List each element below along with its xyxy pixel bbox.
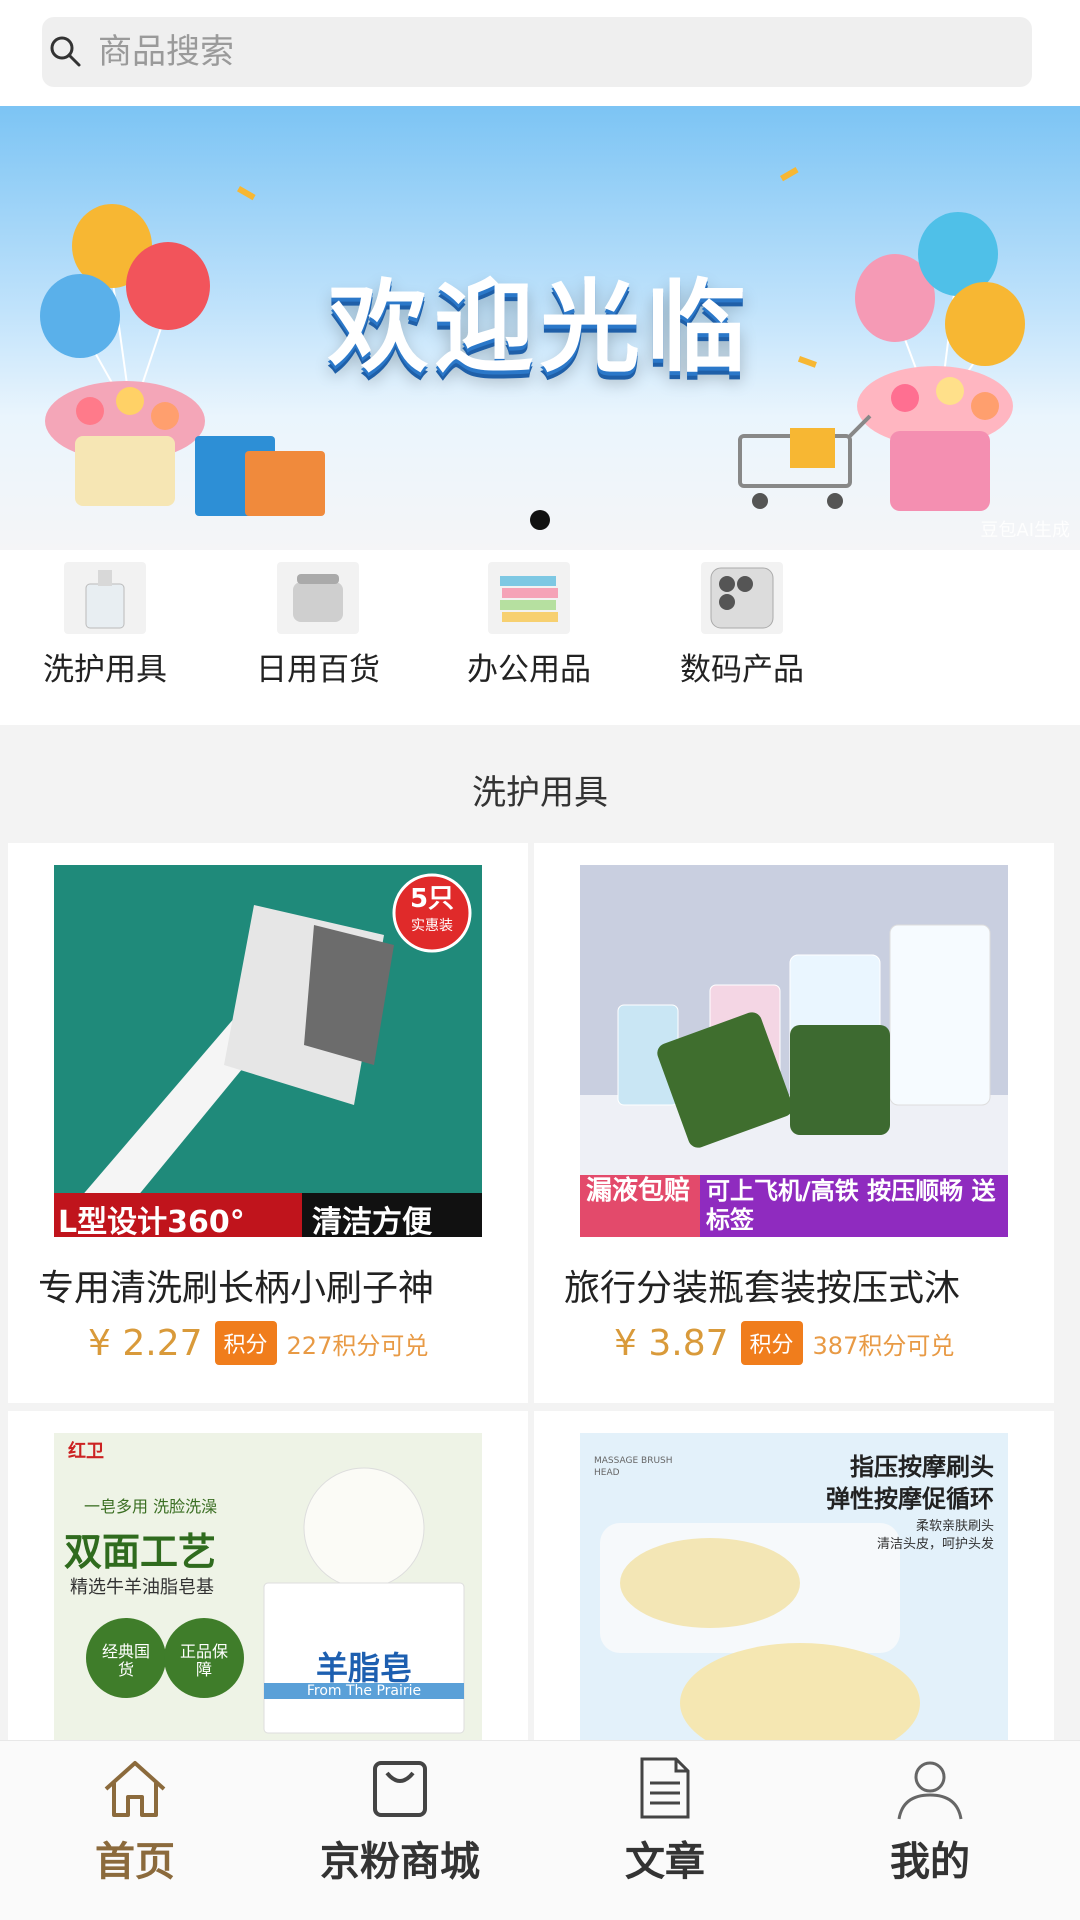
product-caption-right: 清洁方便 xyxy=(312,1205,432,1237)
price-row: ¥ 3.87 积分 387积分可兑 xyxy=(614,1321,954,1365)
category-image xyxy=(488,562,570,634)
category-image xyxy=(701,562,783,634)
category-office-supplies[interactable]: 办公用品 xyxy=(444,562,614,712)
image-line2: 双面工艺 xyxy=(64,1530,217,1574)
image-line4: 清洁头皮，呵护头发 xyxy=(876,1537,994,1552)
category-label: 数码产品 xyxy=(680,652,804,688)
category-row: 洗护用具 日用百货 办公用品 数码产品 xyxy=(0,550,1080,725)
category-label: 洗护用具 xyxy=(43,652,167,688)
image-small-english: MASSAGE BRUSH HEAD xyxy=(594,1456,673,1478)
product-price: ¥ 2.27 xyxy=(88,1322,203,1364)
category-label: 日用百货 xyxy=(256,652,380,688)
seal-classic: 经典国货 xyxy=(101,1642,150,1679)
category-image xyxy=(64,562,146,634)
document-icon xyxy=(640,1757,690,1819)
image-line1: 一皂多用 洗脸洗澡 xyxy=(84,1497,218,1516)
search-area xyxy=(0,0,1080,106)
image-line3: 柔软亲肤刷头 xyxy=(915,1519,994,1534)
search-icon xyxy=(50,36,81,67)
image-line2: 弹性按摩促循环 xyxy=(826,1485,994,1513)
product-image: 漏液包赔 可上飞机/高铁 按压顺畅 送标签 xyxy=(580,865,1008,1237)
image-line1: 指压按摩刷头 xyxy=(850,1453,994,1481)
promo-banner[interactable]: 欢迎光临 豆包AI生成 xyxy=(0,106,1080,550)
box-english: From The Prairie xyxy=(264,1683,464,1699)
tab-profile[interactable]: 我的 xyxy=(830,1755,1030,1887)
category-daily-goods[interactable]: 日用百货 xyxy=(233,562,403,712)
category-digital-products[interactable]: 数码产品 xyxy=(657,562,827,712)
category-image xyxy=(277,562,359,634)
bottom-tab-bar: 首页 京粉商城 文章 我的 xyxy=(0,1740,1080,1920)
tab-label: 京粉商城 xyxy=(320,1839,480,1885)
tab-home[interactable]: 首页 xyxy=(35,1755,235,1887)
banner-title: 欢迎光临 xyxy=(328,269,752,386)
product-caption-right: 可上飞机/高铁 按压顺畅 送标签 xyxy=(706,1177,996,1234)
product-card[interactable]: 漏液包赔 可上飞机/高铁 按压顺畅 送标签 旅行分装瓶套装按压式沐 ¥ 3.87… xyxy=(534,843,1054,1403)
product-name: 专用清洗刷长柄小刷子神 xyxy=(38,1268,435,1309)
banner-pagination-dot[interactable] xyxy=(530,510,550,530)
page: 欢迎光临 豆包AI生成 洗护用具 日用百货 xyxy=(0,0,1080,1920)
search-bar[interactable] xyxy=(42,17,1032,87)
points-badge: 积分 xyxy=(214,1321,277,1365)
tab-mall[interactable]: 京粉商城 xyxy=(300,1755,500,1887)
user-icon xyxy=(897,1761,963,1820)
product-tag: 5只 xyxy=(409,884,455,914)
category-wash-care[interactable]: 洗护用具 xyxy=(20,562,190,712)
product-card[interactable]: MASSAGE BRUSH HEAD 指压按摩刷头 弹性按摩促循环 柔软亲肤刷头… xyxy=(534,1411,1054,1751)
tab-label: 首页 xyxy=(95,1839,175,1885)
product-image: MASSAGE BRUSH HEAD 指压按摩刷头 弹性按摩促循环 柔软亲肤刷头… xyxy=(580,1433,1008,1751)
section-title: 洗护用具 xyxy=(472,773,608,813)
tab-label: 我的 xyxy=(890,1839,970,1885)
product-price: ¥ 3.87 xyxy=(614,1322,729,1364)
points-text: 387积分可兑 xyxy=(812,1331,955,1360)
bag-icon xyxy=(373,1761,427,1817)
price-row: ¥ 2.27 积分 227积分可兑 xyxy=(88,1321,428,1365)
tab-label: 文章 xyxy=(625,1839,705,1885)
points-text: 227积分可兑 xyxy=(286,1331,429,1360)
product-caption-left: L型设计360° xyxy=(58,1205,245,1237)
product-image: 5只 实惠装 L型设计360° 清洁方便 xyxy=(54,865,482,1237)
image-line3: 精选牛羊油脂皂基 xyxy=(70,1577,214,1598)
seal-genuine: 正品保障 xyxy=(179,1642,228,1679)
category-label: 办公用品 xyxy=(467,652,591,688)
product-caption-left: 漏液包赔 xyxy=(586,1176,691,1206)
search-input[interactable] xyxy=(96,31,896,73)
product-tag-sub: 实惠装 xyxy=(411,918,453,934)
product-card[interactable]: 5只 实惠装 L型设计360° 清洁方便 专用清洗刷长柄小刷子神 ¥ 2.27 … xyxy=(8,843,528,1403)
product-card[interactable]: 红卫 一皂多用 洗脸洗澡 双面工艺 精选牛羊油脂皂基 经典国货 正品保障 羊脂皂… xyxy=(8,1411,528,1751)
brand-text: 红卫 xyxy=(68,1441,104,1462)
points-badge: 积分 xyxy=(740,1321,803,1365)
banner-watermark: 豆包AI生成 xyxy=(980,520,1070,541)
product-name: 旅行分装瓶套装按压式沐 xyxy=(564,1268,961,1309)
product-image: 红卫 一皂多用 洗脸洗澡 双面工艺 精选牛羊油脂皂基 经典国货 正品保障 羊脂皂… xyxy=(54,1433,482,1751)
tab-articles[interactable]: 文章 xyxy=(565,1755,765,1887)
home-icon xyxy=(104,1761,166,1817)
